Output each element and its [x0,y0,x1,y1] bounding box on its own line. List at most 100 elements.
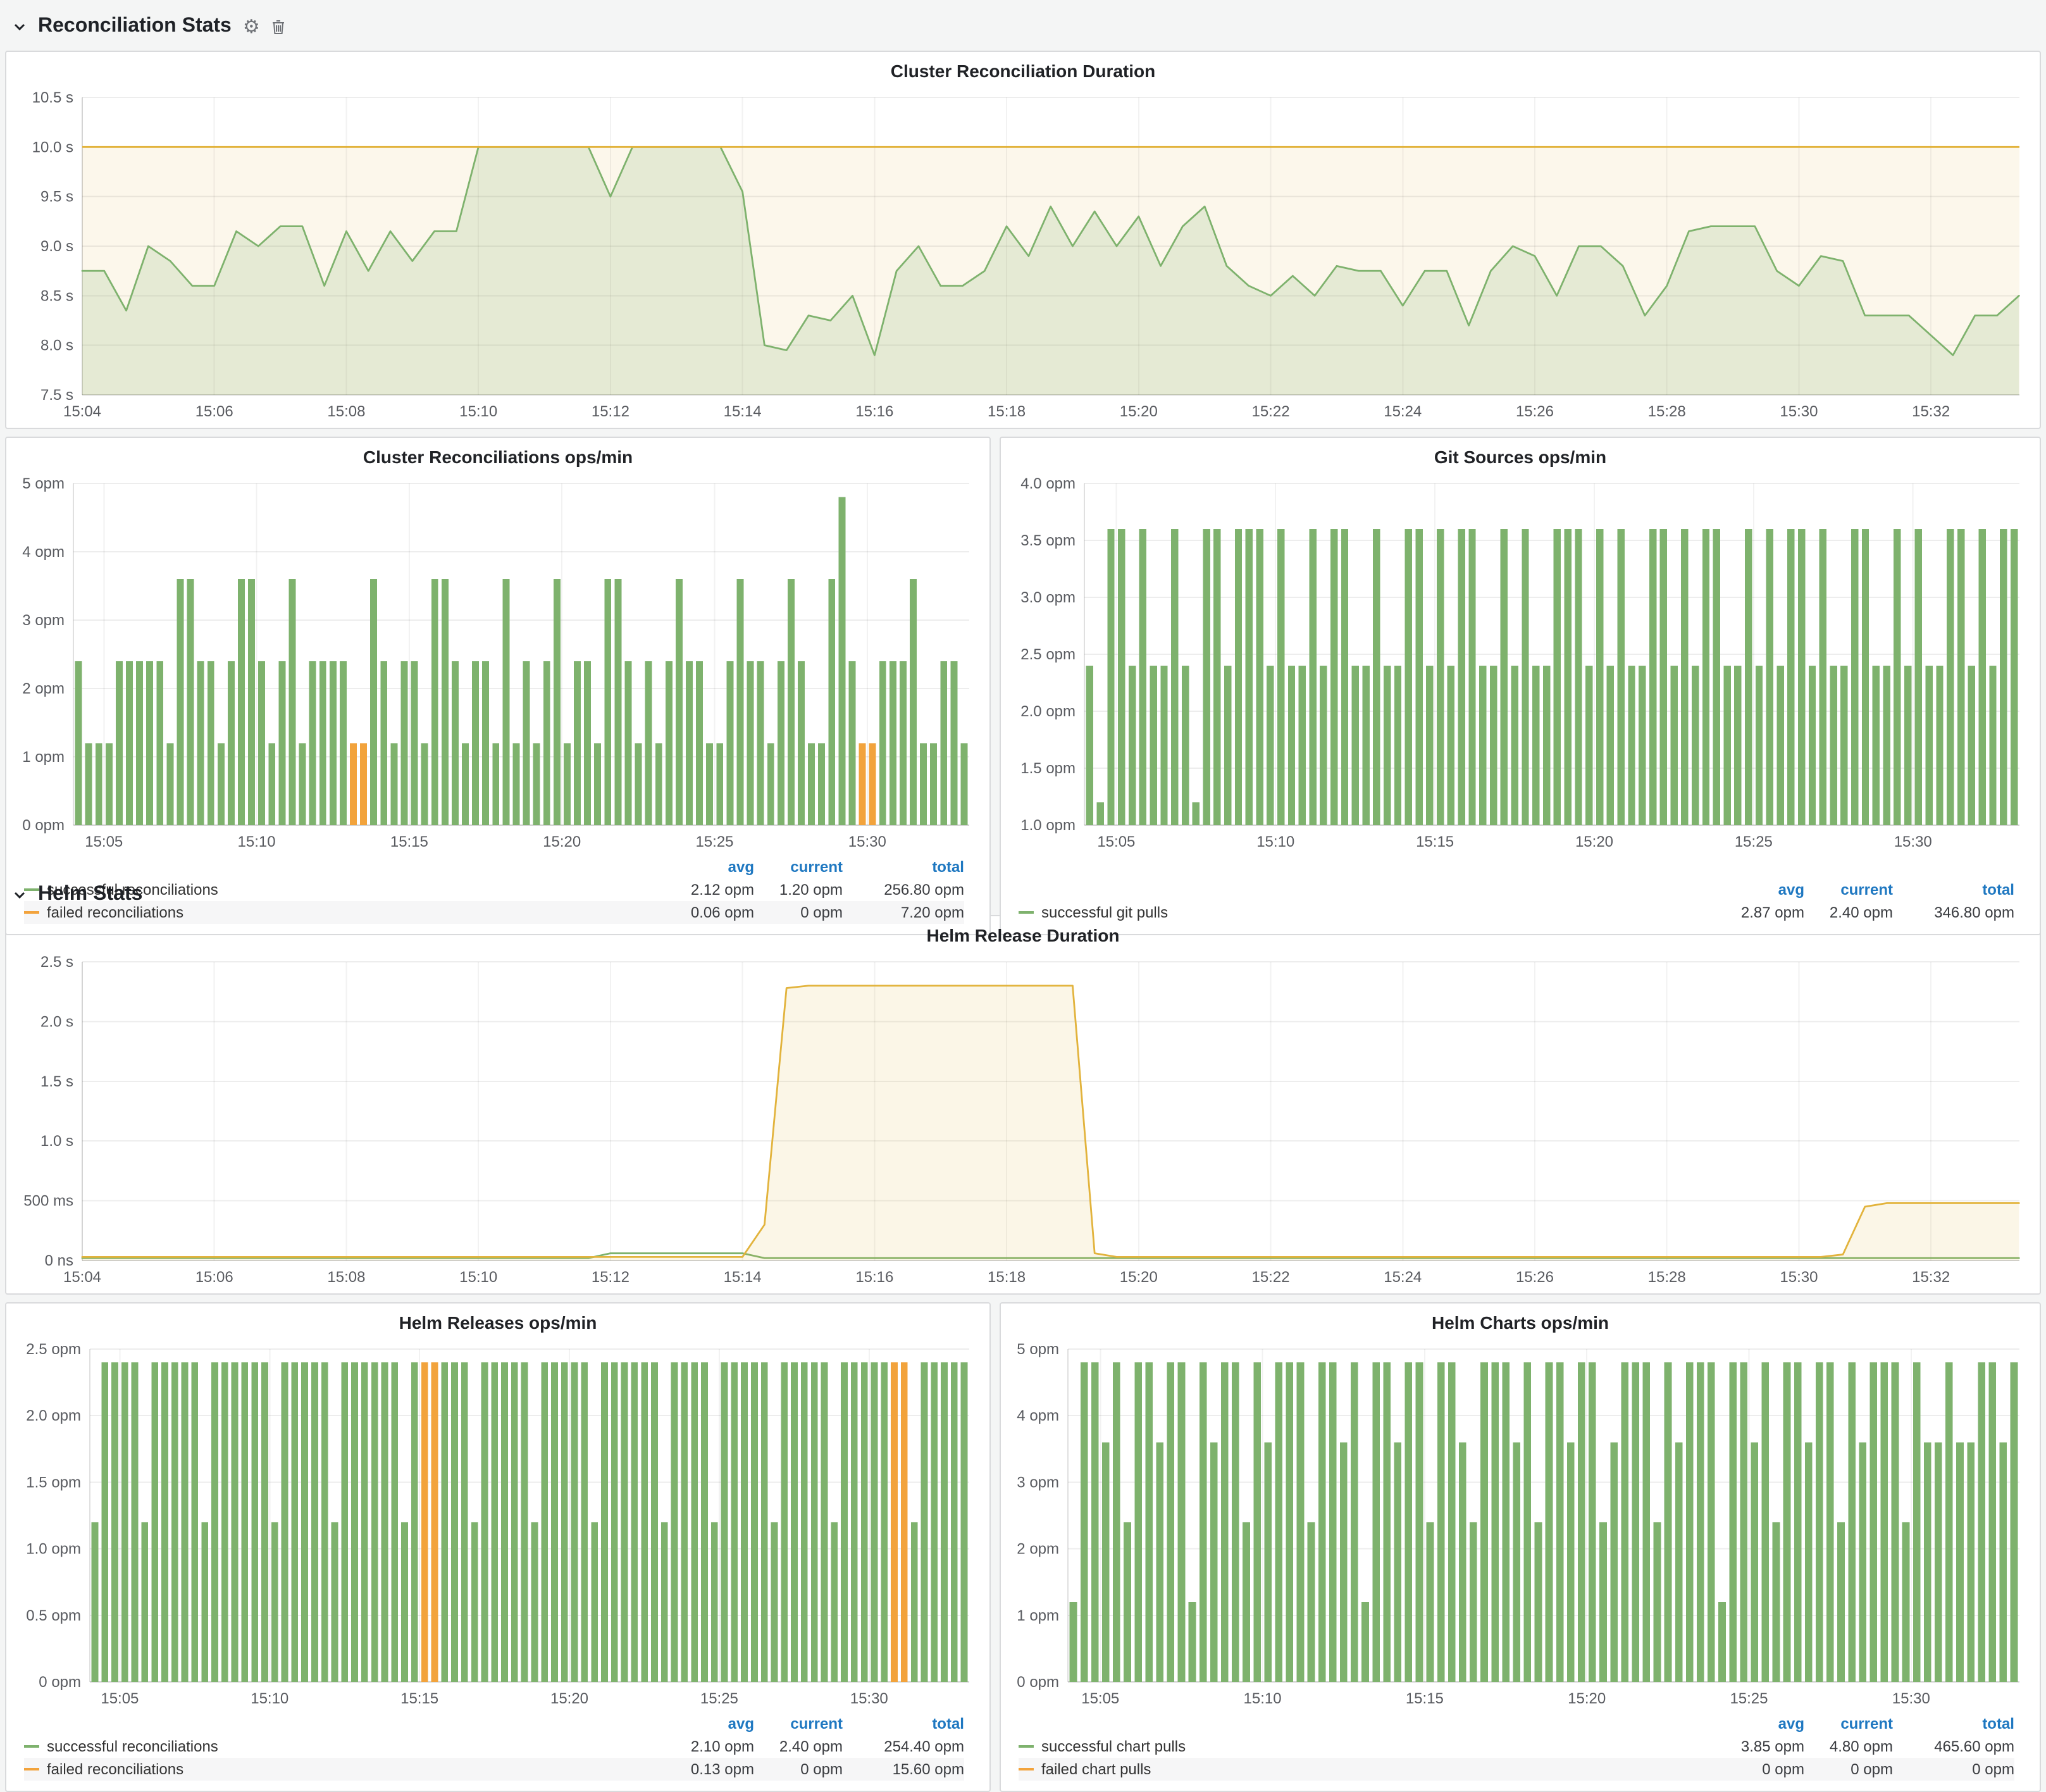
legend-header: avgcurrenttotal [24,1712,964,1735]
legend-series-name[interactable]: successful git pulls [1019,904,1708,921]
svg-text:15:05: 15:05 [101,1690,139,1707]
legend-stat-header[interactable]: avg [1708,881,1804,899]
panel-cluster-reconciliation-duration: Cluster Reconciliation Duration 7.5 s8.0… [5,51,2041,429]
svg-text:4 opm: 4 opm [1017,1407,1059,1424]
chevron-down-icon[interactable] [13,888,27,902]
dashboard-page: Reconciliation Stats ⚙ Cluster Reconcili… [0,0,2046,1724]
svg-text:0 ns: 0 ns [45,1252,73,1269]
svg-text:2.5 s: 2.5 s [40,954,73,971]
svg-text:15:20: 15:20 [543,833,581,850]
series-color-marker [1019,1745,1034,1748]
chart-svg[interactable]: 0 ns500 ms1.0 s1.5 s2.0 s2.5 s15:0415:06… [14,949,2032,1288]
legend-stat-header[interactable]: avg [658,1715,754,1733]
section-title[interactable]: Reconciliation Stats [38,15,232,38]
chevron-down-icon[interactable] [13,20,27,34]
legend-stat-header[interactable]: total [843,858,964,876]
legend-stat-value: 0 opm [1893,1760,2014,1778]
chart-svg[interactable]: 1.0 opm1.5 opm2.0 opm2.5 opm3.0 opm3.5 o… [1008,471,2032,853]
svg-text:15:26: 15:26 [1516,403,1554,420]
legend-stat-header[interactable]: avg [658,858,754,876]
svg-text:15:10: 15:10 [251,1690,288,1707]
legend-stat-value: 0.13 opm [658,1760,754,1778]
svg-text:8.5 s: 8.5 s [40,287,73,304]
svg-text:3 opm: 3 opm [1017,1474,1059,1491]
svg-text:15:30: 15:30 [850,1690,888,1707]
panel-title[interactable]: Helm Release Duration [14,921,2032,949]
legend-table: avgcurrenttotal successful reconciliation… [14,1710,982,1786]
helm-releases-bar-chart[interactable]: 0 opm0.5 opm1.0 opm1.5 opm2.0 opm2.5 opm… [14,1336,982,1710]
legend-row: failed reconciliations0.06 opm0 opm7.20 … [24,901,964,924]
svg-text:15:04: 15:04 [63,1269,101,1286]
svg-text:15:16: 15:16 [855,1269,893,1286]
legend-stat-header[interactable]: current [754,858,843,876]
chart-svg[interactable]: 0 opm0.5 opm1.0 opm1.5 opm2.0 opm2.5 opm… [14,1336,982,1710]
legend-series-name[interactable]: failed reconciliations [24,1760,658,1778]
svg-text:15:06: 15:06 [195,403,233,420]
svg-text:15:10: 15:10 [459,403,497,420]
legend-series-name[interactable]: failed chart pulls [1019,1760,1708,1778]
series-color-marker [24,1745,39,1748]
cluster-reconciliations-bar-chart[interactable]: 0 opm1 opm2 opm3 opm4 opm5 opm15:0515:10… [14,471,982,853]
helm-release-duration-chart[interactable]: 0 ns500 ms1.0 s1.5 s2.0 s2.5 s15:0415:06… [14,949,2032,1288]
svg-text:15:12: 15:12 [592,1269,629,1286]
series-color-marker [24,1768,39,1770]
svg-text:15:32: 15:32 [1912,403,1950,420]
panel-cluster-reconciliations-ops: Cluster Reconciliations ops/min 0 opm1 o… [5,437,991,935]
legend-stat-value: 0 opm [1804,1760,1893,1778]
svg-text:9.5 s: 9.5 s [40,189,73,206]
legend-header: avgcurrenttotal [24,856,964,878]
legend-series-name[interactable]: failed reconciliations [24,904,658,921]
svg-text:15:22: 15:22 [1251,1269,1289,1286]
svg-text:7.5 s: 7.5 s [40,387,73,404]
svg-text:5 opm: 5 opm [22,475,65,492]
svg-text:5 opm: 5 opm [1017,1341,1059,1358]
svg-text:15:05: 15:05 [85,833,123,850]
panel-git-sources-ops: Git Sources ops/min 1.0 opm1.5 opm2.0 op… [1000,437,2041,935]
cluster-reconciliation-duration-chart[interactable]: 7.5 s8.0 s8.5 s9.0 s9.5 s10.0 s10.5 s15:… [14,85,2032,423]
trash-icon[interactable] [271,18,287,35]
svg-text:15:10: 15:10 [1256,833,1294,850]
svg-text:15:25: 15:25 [1730,1690,1768,1707]
svg-text:2.0 opm: 2.0 opm [1020,703,1076,720]
helm-charts-bar-chart[interactable]: 0 opm1 opm2 opm3 opm4 opm5 opm15:0515:10… [1008,1336,2032,1710]
legend-stat-header[interactable]: current [1804,881,1893,899]
panel-title[interactable]: Helm Releases ops/min [14,1309,982,1336]
legend-table: avgcurrenttotalsuccessful reconciliation… [14,853,982,929]
git-sources-bar-chart[interactable]: 1.0 opm1.5 opm2.0 opm2.5 opm3.0 opm3.5 o… [1008,471,2032,876]
legend-stat-header[interactable]: current [1804,1715,1893,1733]
svg-text:15:30: 15:30 [1894,833,1932,850]
panel-title[interactable]: Cluster Reconciliations ops/min [14,443,982,471]
panel-title[interactable]: Git Sources ops/min [1008,443,2032,471]
section-title[interactable]: Helm Stats [38,883,142,906]
legend-stat-header[interactable]: total [843,1715,964,1733]
chart-svg[interactable]: 0 opm1 opm2 opm3 opm4 opm5 opm15:0515:10… [1008,1336,2032,1710]
svg-text:1 opm: 1 opm [22,749,65,766]
svg-text:15:25: 15:25 [700,1690,738,1707]
svg-text:15:20: 15:20 [1120,403,1158,420]
chart-svg[interactable]: 7.5 s8.0 s8.5 s9.0 s9.5 s10.0 s10.5 s15:… [14,85,2032,423]
panel-row: Helm Releases ops/min 0 opm0.5 opm1.0 op… [5,1302,2041,1724]
svg-text:4 opm: 4 opm [22,544,65,561]
svg-text:15:25: 15:25 [1735,833,1773,850]
svg-text:15:15: 15:15 [400,1690,438,1707]
legend-series-name[interactable]: successful reconciliations [24,1738,658,1755]
legend-stat-value: 2.10 opm [658,1738,754,1755]
legend-stat-header[interactable]: total [1893,881,2014,899]
svg-text:15:24: 15:24 [1384,403,1422,420]
legend-stat-header[interactable]: total [1893,1715,2014,1733]
legend-stat-header[interactable]: current [754,1715,843,1733]
legend-stat-value: 2.12 opm [658,881,754,899]
legend-series-name[interactable]: successful chart pulls [1019,1738,1708,1755]
legend-stat-value: 254.40 opm [843,1738,964,1755]
legend-stat-value: 3.85 opm [1708,1738,1804,1755]
row-header-reconciliation-stats: Reconciliation Stats ⚙ [5,5,2041,48]
svg-text:0.5 opm: 0.5 opm [26,1607,81,1624]
panel-title[interactable]: Cluster Reconciliation Duration [14,57,2032,85]
legend-stat-value: 1.20 opm [754,881,843,899]
svg-text:15:20: 15:20 [1120,1269,1158,1286]
legend-stat-header[interactable]: avg [1708,1715,1804,1733]
panel-title[interactable]: Helm Charts ops/min [1008,1309,2032,1336]
gear-icon[interactable]: ⚙ [243,17,260,36]
svg-text:2 opm: 2 opm [22,680,65,697]
chart-svg[interactable]: 0 opm1 opm2 opm3 opm4 opm5 opm15:0515:10… [14,471,982,853]
